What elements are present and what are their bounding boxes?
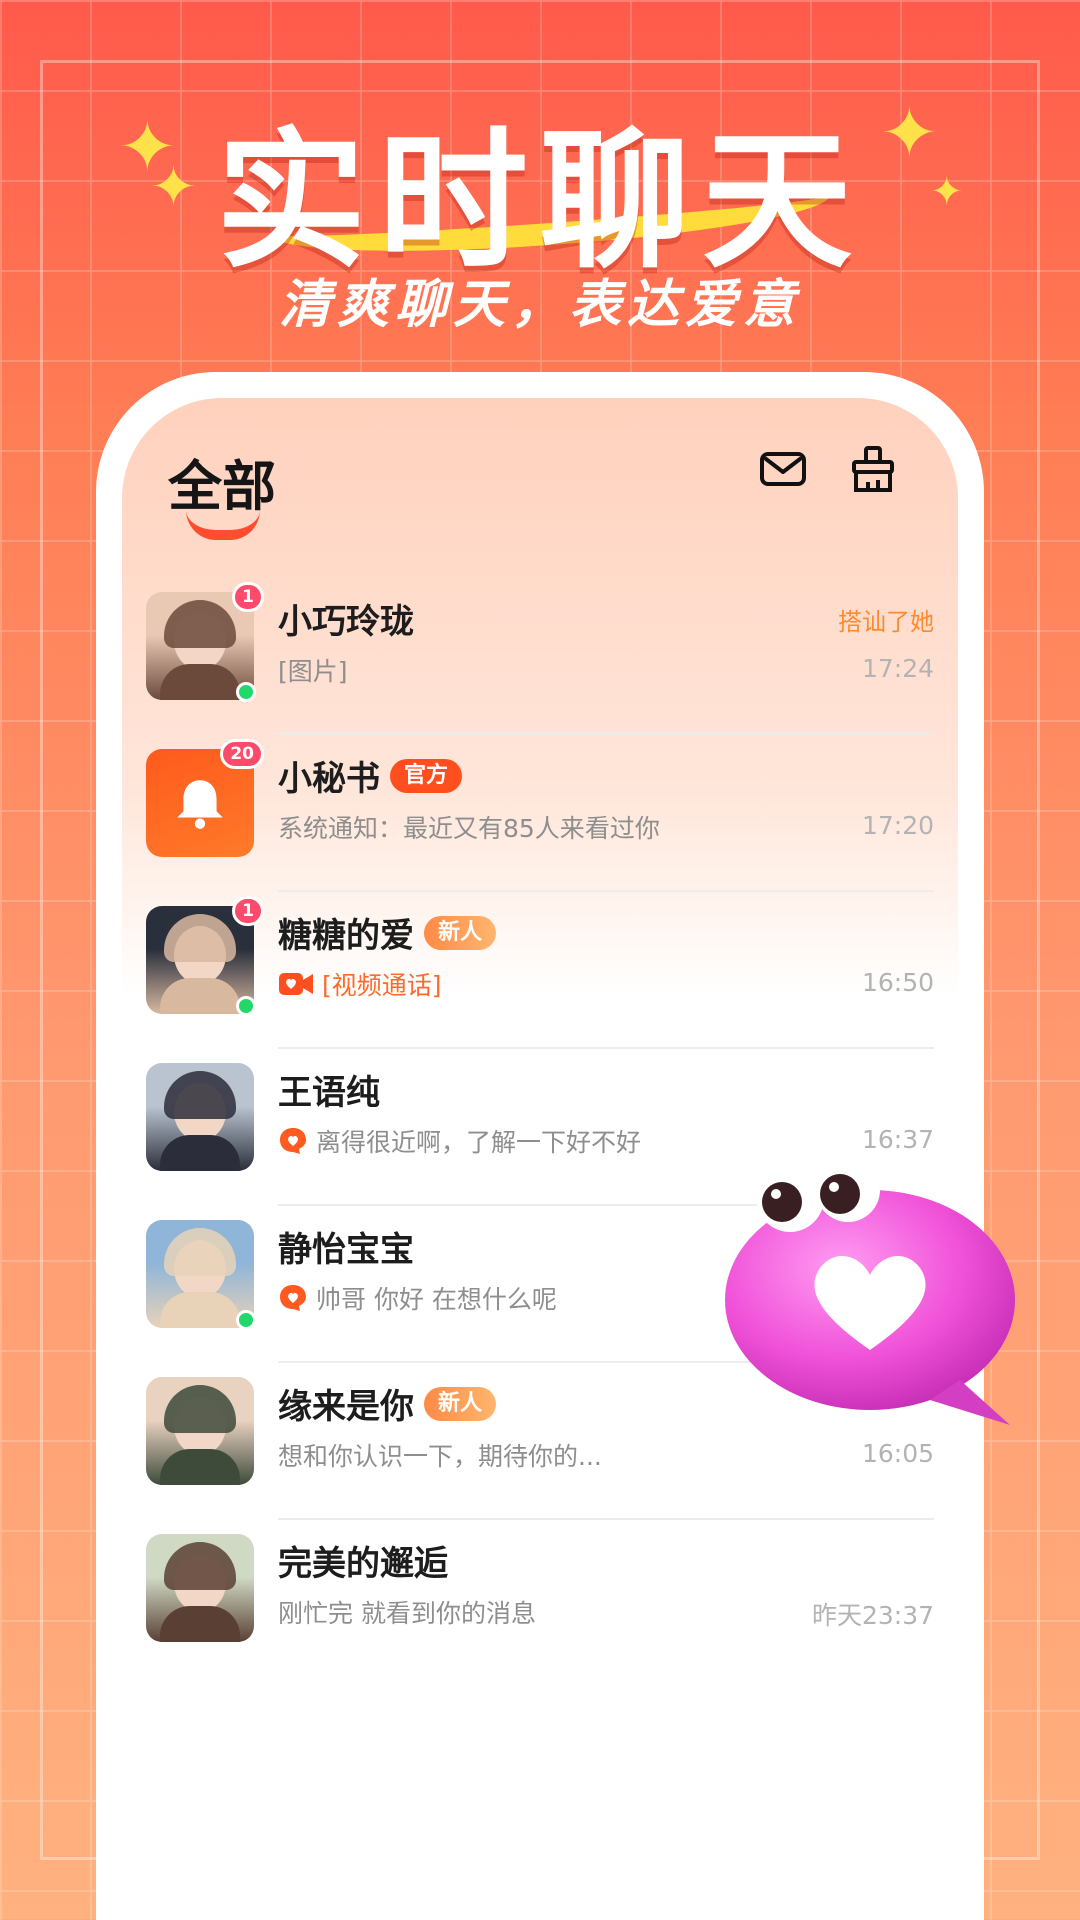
chat-row[interactable]: 1 糖糖的爱 新人 [视频通话] 16:50 <box>122 892 958 1049</box>
chat-header: 全部 <box>122 398 958 578</box>
broom-icon[interactable] <box>848 444 898 494</box>
message-preview: 离得很近啊，了解一下好不好 <box>278 1123 641 1159</box>
preview-text: [视频通话] <box>322 971 442 1000</box>
contact-name-row: 静怡宝宝 <box>278 1222 414 1271</box>
heart-chat-icon <box>280 1285 306 1311</box>
contact-name-row: 小巧玲珑 <box>278 594 414 643</box>
unread-badge: 20 <box>220 739 264 769</box>
message-time: 16:50 <box>861 968 934 997</box>
message-preview: 帅哥 你好 在想什么呢 <box>278 1280 557 1316</box>
contact-tag: 官方 <box>390 758 463 793</box>
online-indicator <box>236 996 256 1016</box>
contact-name-row: 小秘书 官方 <box>278 751 463 800</box>
contact-name: 糖糖的爱 <box>278 916 414 956</box>
tab-indicator <box>186 510 260 540</box>
message-preview: 系统通知：最近又有85人来看过你 <box>278 809 660 845</box>
contact-name-row: 完美的邂逅 <box>278 1536 448 1585</box>
preview-text: 系统通知：最近又有85人来看过你 <box>278 814 660 843</box>
message-time: 17:24 <box>861 654 934 683</box>
avatar[interactable] <box>146 1220 256 1330</box>
contact-name: 完美的邂逅 <box>278 1544 448 1584</box>
contact-tag: 新人 <box>424 915 497 950</box>
bell-icon <box>177 780 223 829</box>
message-time: 昨天23:37 <box>811 1601 934 1630</box>
heart-chat-icon <box>280 1128 306 1154</box>
unread-badge: 1 <box>232 582 264 612</box>
message-preview: 想和你认识一下，期待你的... <box>278 1437 602 1473</box>
action-label[interactable]: 搭讪了她 <box>838 602 934 637</box>
mail-icon[interactable] <box>758 444 808 494</box>
contact-name: 王语纯 <box>278 1073 380 1113</box>
avatar[interactable]: 1 <box>146 896 264 1016</box>
unread-badge: 1 <box>232 896 264 926</box>
contact-name: 小巧玲珑 <box>278 602 414 642</box>
contact-name-row: 糖糖的爱 新人 <box>278 908 497 957</box>
chat-row[interactable]: 20 小秘书 官方 系统通知：最近又有85人来看过你 17:20 <box>122 735 958 892</box>
hero-subtitle: 清爽聊天，表达爱意 <box>278 275 801 335</box>
preview-text: 刚忙完 就看到你的消息 <box>278 1599 536 1628</box>
preview-text: [图片] <box>278 657 348 686</box>
preview-text: 想和你认识一下，期待你的... <box>278 1442 602 1471</box>
conversation-list: 1 小巧玲珑 搭讪了她 [图片] 17:24 20 小秘书 官方 系统通知：最近… <box>122 578 958 1677</box>
contact-name-row: 缘来是你 新人 <box>278 1379 497 1428</box>
preview-text: 离得很近啊，了解一下好不好 <box>316 1128 642 1157</box>
avatar[interactable]: 20 <box>146 739 264 857</box>
preview-text: 帅哥 你好 在想什么呢 <box>316 1285 557 1314</box>
message-preview: [视频通话] <box>278 966 442 1002</box>
online-indicator <box>236 682 256 702</box>
chat-row[interactable]: 完美的邂逅 刚忙完 就看到你的消息 昨天23:37 <box>122 1520 958 1677</box>
avatar[interactable]: 1 <box>146 582 264 702</box>
contact-name: 静怡宝宝 <box>278 1230 414 1270</box>
avatar[interactable] <box>146 1063 254 1171</box>
video-call-icon <box>279 973 313 995</box>
online-indicator <box>236 1310 256 1330</box>
contact-name: 缘来是你 <box>278 1387 414 1427</box>
phone-frame: 全部 1 小巧玲珑 搭讪了她 [图片] 17:24 20 小秘书 官方 系统通知… <box>96 372 984 1920</box>
message-preview: 刚忙完 就看到你的消息 <box>278 1594 536 1630</box>
contact-name: 小秘书 <box>278 759 380 799</box>
contact-name-row: 王语纯 <box>278 1065 380 1114</box>
message-time: 17:20 <box>861 811 934 840</box>
message-preview: [图片] <box>278 652 348 688</box>
contact-tag: 新人 <box>424 1386 497 1421</box>
avatar[interactable] <box>146 1534 254 1642</box>
chat-row[interactable]: 1 小巧玲珑 搭讪了她 [图片] 17:24 <box>122 578 958 735</box>
avatar[interactable] <box>146 1377 254 1485</box>
heart-bubble-icon <box>725 1158 1015 1425</box>
